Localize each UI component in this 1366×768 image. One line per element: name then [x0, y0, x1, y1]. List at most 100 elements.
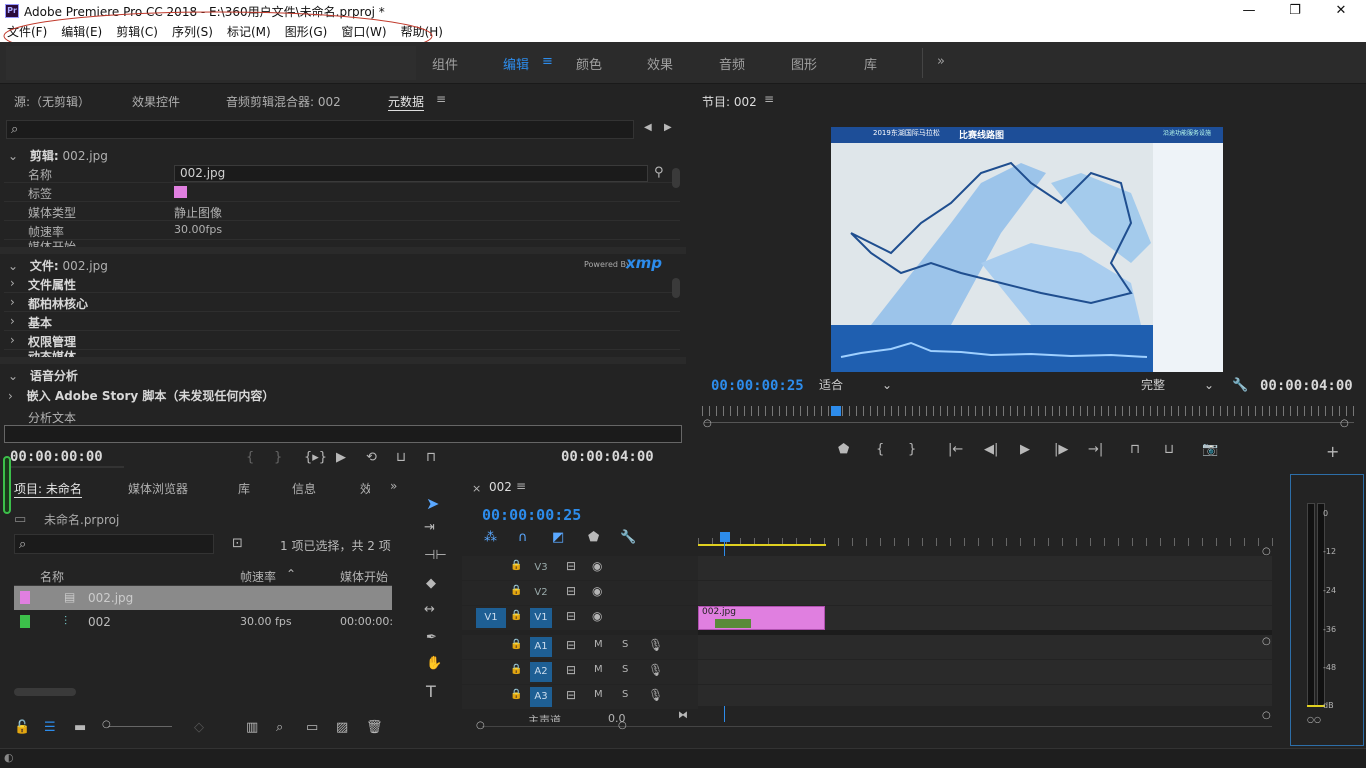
next-arrow-icon[interactable]: ▶ [664, 122, 672, 133]
column-frame-rate[interactable]: 帧速率 [240, 568, 276, 585]
tab-metadata[interactable]: 元数据 [388, 93, 425, 111]
close-tab-icon[interactable]: × [472, 482, 481, 495]
analysis-text-box[interactable] [4, 425, 682, 443]
solo-left-icon[interactable]: ○○ [1307, 715, 1321, 724]
sequence-tab[interactable]: 002 [489, 480, 512, 494]
panel-divider[interactable] [0, 357, 686, 364]
microphone-icon[interactable]: 🎙 [648, 638, 663, 652]
sync-lock-icon[interactable]: ⊟ [566, 663, 576, 677]
program-playhead[interactable] [831, 406, 841, 416]
mark-out-icon[interactable]: } [274, 450, 282, 465]
play-icon[interactable]: ▶ [1020, 442, 1030, 457]
wrench-icon[interactable]: 🔧 [1232, 378, 1248, 393]
lock-icon[interactable]: 🔒 [510, 689, 522, 700]
lock-icon[interactable]: 🔒 [510, 560, 522, 571]
tab-info[interactable]: 信息 [292, 480, 316, 497]
solo-button[interactable]: S [622, 689, 628, 700]
mute-button[interactable]: M [594, 664, 603, 675]
wrench-icon[interactable]: 🔧 [620, 530, 636, 545]
status-icon[interactable]: ◐ [4, 751, 14, 764]
snap-icon[interactable]: ∩ [518, 530, 528, 545]
sync-lock-icon[interactable]: ⊟ [566, 638, 576, 652]
timeline-playhead-head[interactable] [720, 532, 730, 542]
prev-arrow-icon[interactable]: ◀ [644, 122, 652, 133]
lock-icon[interactable]: 🔒 [510, 664, 522, 675]
go-to-in-icon[interactable]: {▸} [304, 450, 327, 465]
sync-lock-icon[interactable]: ⊟ [566, 688, 576, 702]
sequence-menu-icon[interactable]: ≡ [516, 479, 526, 493]
link-off-icon[interactable]: ⚲ [654, 165, 664, 180]
workspace-overflow-icon[interactable]: » [937, 54, 945, 69]
sync-lock-icon[interactable]: ⊟ [566, 609, 576, 623]
workspace-effects[interactable]: 效果 [647, 54, 673, 73]
collapse-icon[interactable]: ⌄ [8, 259, 18, 273]
maximize-button[interactable]: ❐ [1272, 0, 1318, 22]
sync-lock-icon[interactable]: ⊟ [566, 584, 576, 598]
workspace-libraries[interactable]: 库 [864, 54, 877, 73]
scroll-handle-left[interactable]: ○ [476, 720, 485, 731]
program-menu-icon[interactable]: ≡ [764, 92, 774, 106]
column-media-start[interactable]: 媒体开始 [340, 568, 388, 585]
go-to-in-icon[interactable]: |← [948, 442, 963, 457]
go-to-out-icon[interactable]: →| [1088, 442, 1103, 457]
expand-icon[interactable]: › [8, 389, 13, 403]
timeline-clip[interactable]: 002.jpg [698, 606, 825, 630]
mute-button[interactable]: M [594, 689, 603, 700]
track-target-v2[interactable]: V2 [530, 583, 552, 603]
new-bin-icon[interactable]: ▭ [306, 720, 318, 735]
tab-source[interactable]: 源:（无剪辑） [14, 93, 90, 110]
label-color-swatch[interactable] [20, 615, 30, 628]
project-item-row[interactable]: ⫶ 002 30.00 fps 00:00:00:0 [14, 610, 392, 634]
label-color-swatch[interactable] [174, 186, 187, 198]
zoom-fit-select[interactable]: 适合 ⌄ [814, 376, 896, 394]
timeline-timecode[interactable]: 00:00:00:25 [482, 506, 581, 524]
add-button-icon[interactable]: + [1326, 442, 1339, 461]
project-item-row[interactable]: ▤ 002.jpg [14, 586, 392, 610]
tab-libraries[interactable]: 库 [238, 480, 250, 497]
mark-in-icon[interactable]: { [246, 450, 254, 465]
clip-scrollbar[interactable] [672, 168, 680, 188]
track-target-a1[interactable]: A1 [530, 637, 552, 657]
name-field[interactable]: 002.jpg [174, 165, 648, 182]
insert-icon[interactable]: ⊔ [396, 450, 406, 465]
hand-tool-icon[interactable]: ✋ [426, 656, 442, 671]
track-select-tool-icon[interactable]: ⇥ [424, 520, 435, 535]
play-icon[interactable]: ▶ [336, 450, 346, 465]
lock-icon[interactable]: 🔒 [510, 610, 522, 621]
mark-in-icon[interactable]: { [876, 442, 884, 457]
camera-icon[interactable]: 📷 [1202, 442, 1218, 457]
sort-ascending-icon[interactable]: ⌃ [286, 567, 296, 581]
project-h-scrollbar[interactable] [14, 688, 76, 696]
minimize-button[interactable]: — [1226, 0, 1272, 22]
new-bin-from-search-icon[interactable]: ⊡ [232, 536, 243, 551]
lock-icon[interactable]: 🔒 [510, 639, 522, 650]
eye-icon[interactable]: ◉ [592, 559, 602, 573]
panel-divider[interactable] [0, 247, 686, 254]
tab-effects[interactable]: 效 [360, 480, 370, 497]
workspace-menu-icon[interactable]: ≡ [542, 54, 553, 69]
sync-lock-icon[interactable]: ⊟ [566, 559, 576, 573]
program-time-ruler[interactable] [702, 406, 1354, 416]
track-target-v3[interactable]: V3 [530, 558, 552, 578]
zoom-handle-bottom[interactable]: ○ [1262, 710, 1271, 721]
lock-icon[interactable]: 🔒 [510, 585, 522, 596]
source-timecode-start[interactable]: 00:00:00:00 [10, 449, 103, 465]
razor-tool-icon[interactable]: ◆ [426, 576, 436, 591]
ripple-edit-tool-icon[interactable]: ⊣⊢ [424, 548, 447, 563]
workspace-color[interactable]: 颜色 [576, 54, 602, 73]
workspace-graphics[interactable]: 图形 [791, 54, 817, 73]
microphone-icon[interactable]: 🎙 [648, 688, 663, 702]
project-search-input[interactable]: ⌕ [14, 534, 214, 554]
lift-icon[interactable]: ⊓ [1130, 442, 1140, 457]
sort-icon[interactable]: ◇ [194, 720, 204, 735]
loop-icon[interactable]: ⟲ [366, 450, 377, 465]
column-name[interactable]: 名称 [40, 568, 64, 585]
slip-tool-icon[interactable]: ↔ [424, 602, 435, 617]
tab-project[interactable]: 项目: 未命名 [14, 480, 82, 498]
find-icon[interactable]: ⌕ [276, 720, 283, 735]
workspace-audio[interactable]: 音频 [719, 54, 745, 73]
workspace-assembly[interactable]: 组件 [432, 54, 458, 73]
mute-button[interactable]: M [594, 639, 603, 650]
workspace-editing[interactable]: 编辑 [503, 54, 529, 73]
collapse-tracks-icon[interactable]: ⧓ [678, 710, 688, 721]
